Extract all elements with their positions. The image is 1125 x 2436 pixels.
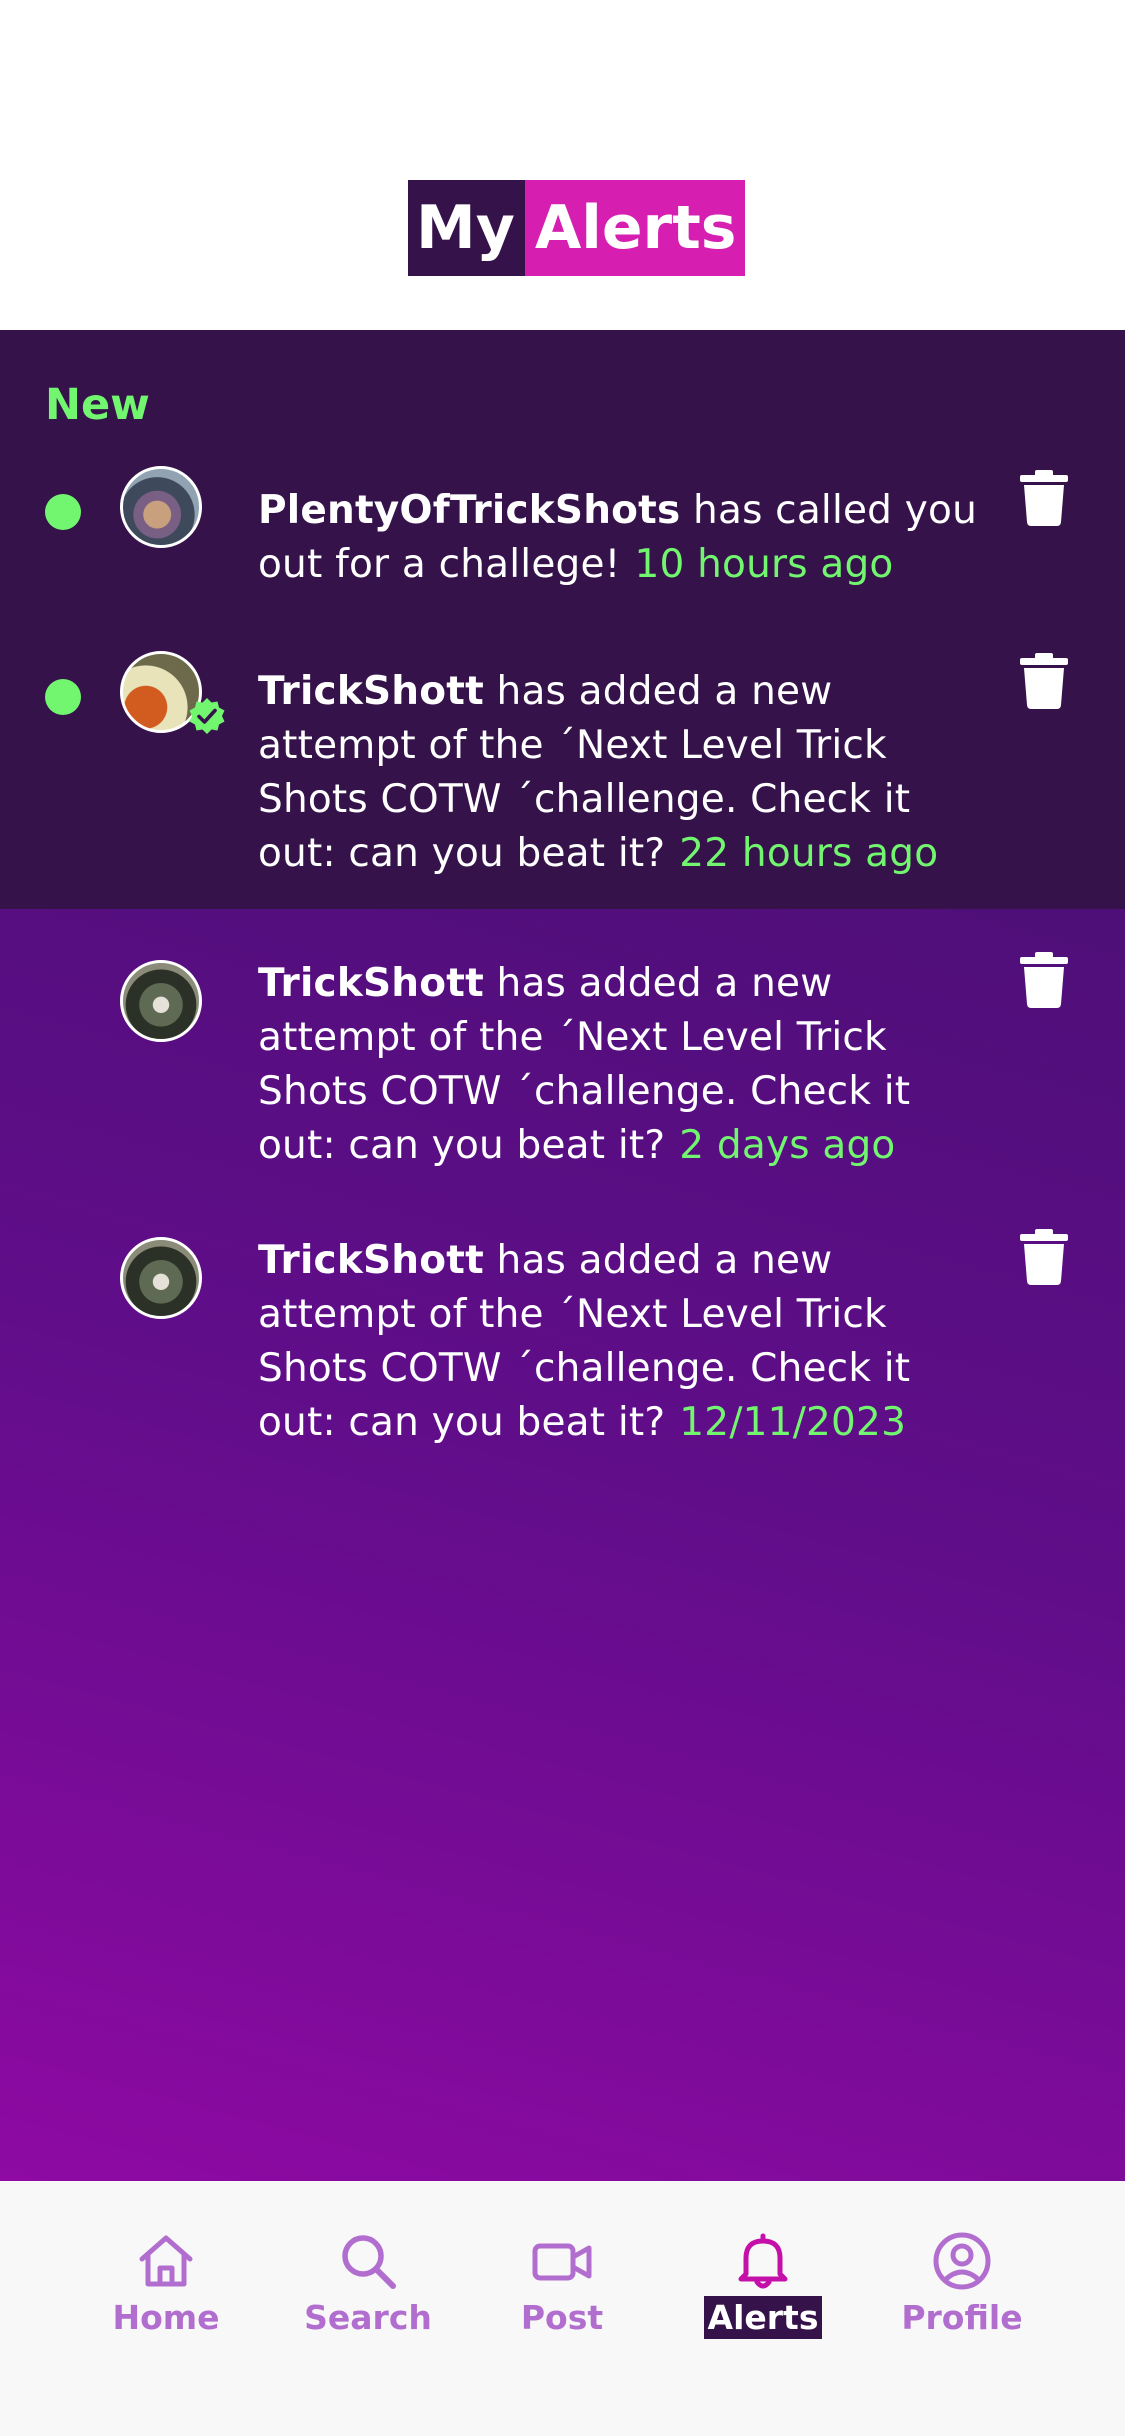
verified-badge-icon <box>189 698 225 734</box>
tab-profile[interactable]: Profile <box>882 2230 1042 2339</box>
section-label-new: New <box>45 380 150 430</box>
alert-username[interactable]: PlentyOfTrickShots <box>258 488 680 533</box>
home-icon <box>139 2235 193 2287</box>
app-logo: My Alerts <box>408 180 745 276</box>
unread-indicator <box>45 679 81 715</box>
tab-label-alerts: Alerts <box>703 2296 823 2339</box>
tab-label-home: Home <box>112 2298 220 2337</box>
tab-alerts[interactable]: Alerts <box>683 2230 843 2339</box>
trash-icon[interactable] <box>1020 470 1068 526</box>
alert-message: TrickShott has added a new attempt of th… <box>258 957 983 1173</box>
new-alerts-section: New PlentyOfTrickShots has called you ou… <box>0 330 1125 909</box>
tab-search[interactable]: Search <box>288 2230 448 2339</box>
alert-timestamp: 2 days ago <box>679 1123 896 1168</box>
tab-post[interactable]: Post <box>482 2230 642 2339</box>
alert-username[interactable]: TrickShott <box>258 1238 484 1283</box>
alert-username[interactable]: TrickShott <box>258 669 484 714</box>
trash-icon[interactable] <box>1020 1229 1068 1285</box>
alert-username[interactable]: TrickShott <box>258 961 484 1006</box>
bell-icon <box>738 2233 788 2289</box>
avatar[interactable] <box>120 466 202 548</box>
tab-label-profile: Profile <box>901 2298 1023 2337</box>
alert-message: PlentyOfTrickShots has called you out fo… <box>258 484 983 592</box>
header: My Alerts <box>0 0 1125 330</box>
logo-text-alerts: Alerts <box>524 180 745 276</box>
bottom-tab-bar: Home Search Post Alerts Profile <box>0 2181 1125 2436</box>
trash-icon[interactable] <box>1020 653 1068 709</box>
older-alerts-section: TrickShott has added a new attempt of th… <box>0 909 1125 2181</box>
user-circle-icon <box>933 2232 991 2290</box>
alert-message: TrickShott has added a new attempt of th… <box>258 1234 983 1450</box>
alert-timestamp: 12/11/2023 <box>679 1400 907 1445</box>
unread-indicator <box>45 494 81 530</box>
alert-timestamp: 22 hours ago <box>679 831 939 876</box>
tab-label-search: Search <box>304 2298 432 2337</box>
video-camera-icon <box>532 2243 592 2281</box>
trash-icon[interactable] <box>1020 952 1068 1008</box>
search-icon <box>342 2235 396 2289</box>
tab-home[interactable]: Home <box>86 2230 246 2339</box>
avatar[interactable] <box>120 960 202 1042</box>
avatar[interactable] <box>120 1237 202 1319</box>
alert-timestamp: 10 hours ago <box>634 542 894 587</box>
alert-message: TrickShott has added a new attempt of th… <box>258 665 983 881</box>
logo-text-my: My <box>408 180 525 276</box>
tab-label-post: Post <box>520 2298 604 2337</box>
